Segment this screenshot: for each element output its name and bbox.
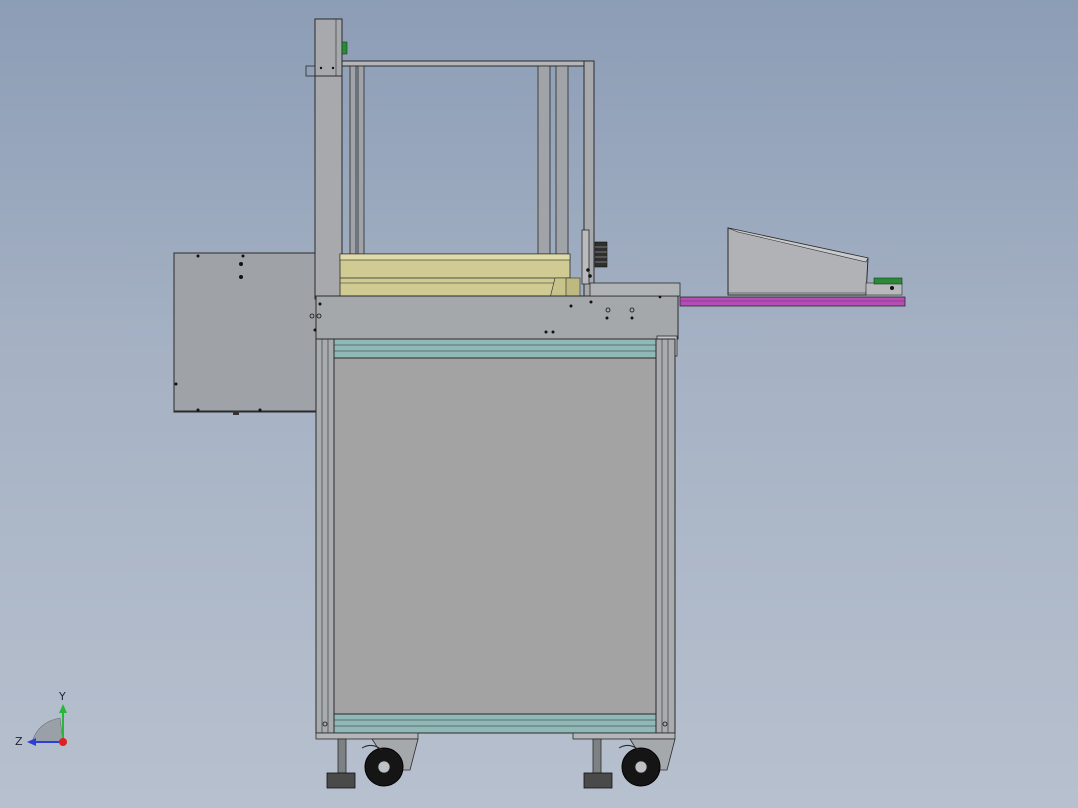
z-axis-label: Z	[15, 735, 23, 748]
coordinate-triad: Y Z	[15, 690, 67, 748]
caster-left	[361, 738, 419, 787]
z-axis-arrow	[27, 738, 36, 746]
feed-tray	[339, 253, 581, 299]
cad-viewport[interactable]: Y Z	[0, 0, 1078, 808]
side-control-box	[173, 252, 319, 415]
x-axis-dot	[59, 738, 67, 746]
machine-side-view: Y Z	[15, 18, 906, 789]
caster-right	[618, 738, 676, 787]
leveling-foot-left	[326, 738, 356, 789]
y-axis-label: Y	[58, 690, 66, 703]
y-axis-arrow	[59, 704, 67, 713]
outfeed-extension	[679, 227, 906, 307]
leveling-foot-right	[583, 738, 613, 789]
lower-cabinet	[315, 338, 676, 740]
